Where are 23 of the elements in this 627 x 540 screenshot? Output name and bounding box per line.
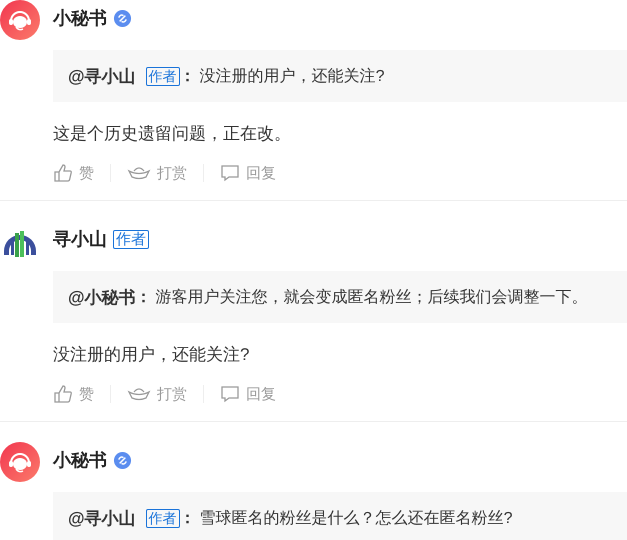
comment-icon xyxy=(220,163,240,183)
mention-link[interactable]: @小秘书 xyxy=(68,286,136,308)
user-name[interactable]: 寻小山 xyxy=(53,227,107,251)
colon-mark: ： xyxy=(136,288,152,308)
mention-link[interactable]: @寻小山 xyxy=(68,64,136,88)
mention-link[interactable]: @寻小山 xyxy=(68,506,136,530)
user-name[interactable]: 小秘书 xyxy=(53,448,107,472)
quoted-text: 没注册的用户，还能关注? xyxy=(200,66,384,86)
thumbs-up-icon xyxy=(53,163,73,183)
comment-text: 没注册的用户，还能关注? xyxy=(53,344,250,366)
comment-text: 这是个历史遗留问题，正在改。 xyxy=(53,123,292,145)
avatar-icon xyxy=(0,0,40,40)
user-name[interactable]: 小秘书 xyxy=(53,6,107,30)
avatar-icon xyxy=(0,442,40,482)
author-tag: 作者 xyxy=(146,66,180,86)
colon-mark: ： xyxy=(180,66,196,86)
author-tag: 作者 xyxy=(113,230,149,248)
colon-mark: ： xyxy=(180,508,196,528)
comment-icon xyxy=(220,384,240,404)
quoted-text: 游客用户关注您，就会变成匿名粉丝；后续我们会调整一下。 xyxy=(156,288,588,308)
thumbs-up-icon xyxy=(53,384,73,404)
quoted-text: 雪球匿名的粉丝是什么？怎么还在匿名粉丝? xyxy=(200,508,512,528)
author-tag: 作者 xyxy=(146,508,180,528)
